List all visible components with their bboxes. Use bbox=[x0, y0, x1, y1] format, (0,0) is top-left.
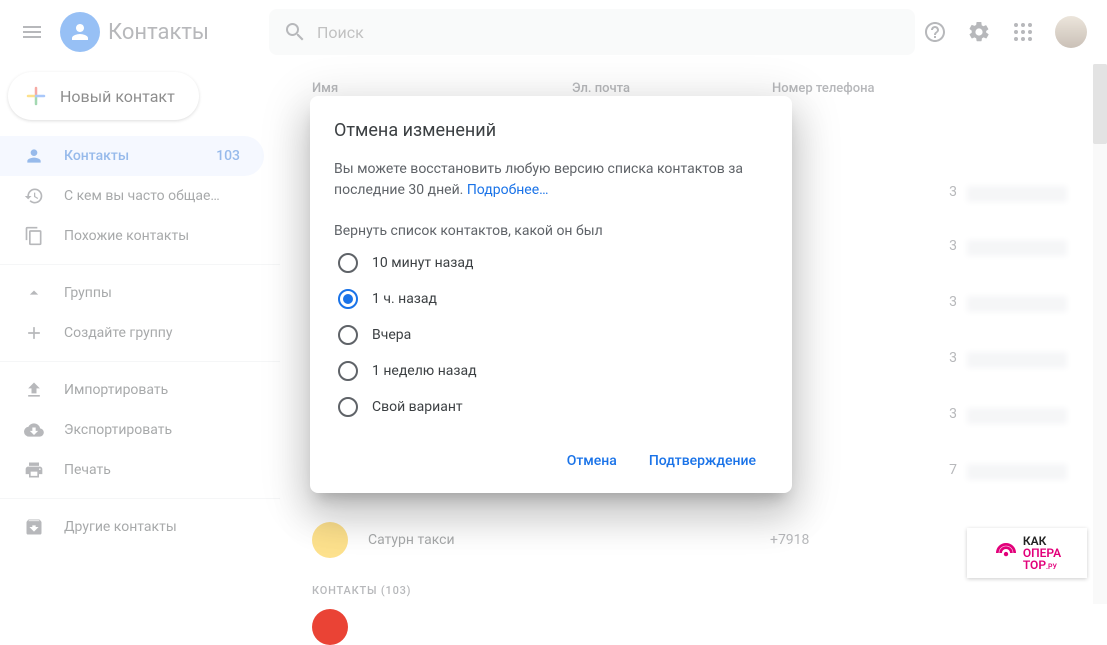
dialog-body: Вы можете восстановить любую версию спис… bbox=[334, 159, 768, 201]
radio-option-1hour[interactable]: 1 ч. назад bbox=[338, 289, 768, 309]
wifi-arc-icon bbox=[993, 540, 1019, 566]
radio-icon bbox=[338, 253, 358, 273]
radio-label: Свой вариант bbox=[372, 399, 463, 415]
radio-label: 10 минут назад bbox=[372, 255, 473, 271]
radio-group: 10 минут назад 1 ч. назад Вчера 1 неделю… bbox=[334, 253, 768, 417]
dialog-title: Отмена изменений bbox=[334, 120, 768, 141]
radio-option-10min[interactable]: 10 минут назад bbox=[338, 253, 768, 273]
cancel-button[interactable]: Отмена bbox=[555, 445, 629, 477]
watermark-text: КАК ОПЕРА ТОР.РУ bbox=[1023, 535, 1061, 571]
radio-icon bbox=[338, 397, 358, 417]
radio-icon bbox=[338, 289, 358, 309]
radio-group-label: Вернуть список контактов, какой он был bbox=[334, 223, 768, 239]
radio-label: Вчера bbox=[372, 327, 411, 343]
radio-icon bbox=[338, 361, 358, 381]
learn-more-link[interactable]: Подробнее… bbox=[467, 182, 549, 198]
radio-label: 1 неделю назад bbox=[372, 363, 477, 379]
confirm-button[interactable]: Подтверждение bbox=[637, 445, 768, 477]
radio-icon bbox=[338, 325, 358, 345]
radio-label: 1 ч. назад bbox=[372, 291, 437, 307]
radio-option-1week[interactable]: 1 неделю назад bbox=[338, 361, 768, 381]
watermark-badge: КАК ОПЕРА ТОР.РУ bbox=[967, 528, 1087, 578]
undo-changes-dialog: Отмена изменений Вы можете восстановить … bbox=[310, 96, 792, 493]
radio-option-yesterday[interactable]: Вчера bbox=[338, 325, 768, 345]
dialog-actions: Отмена Подтверждение bbox=[334, 445, 768, 485]
contact-avatar bbox=[312, 609, 348, 645]
radio-option-custom[interactable]: Свой вариант bbox=[338, 397, 768, 417]
